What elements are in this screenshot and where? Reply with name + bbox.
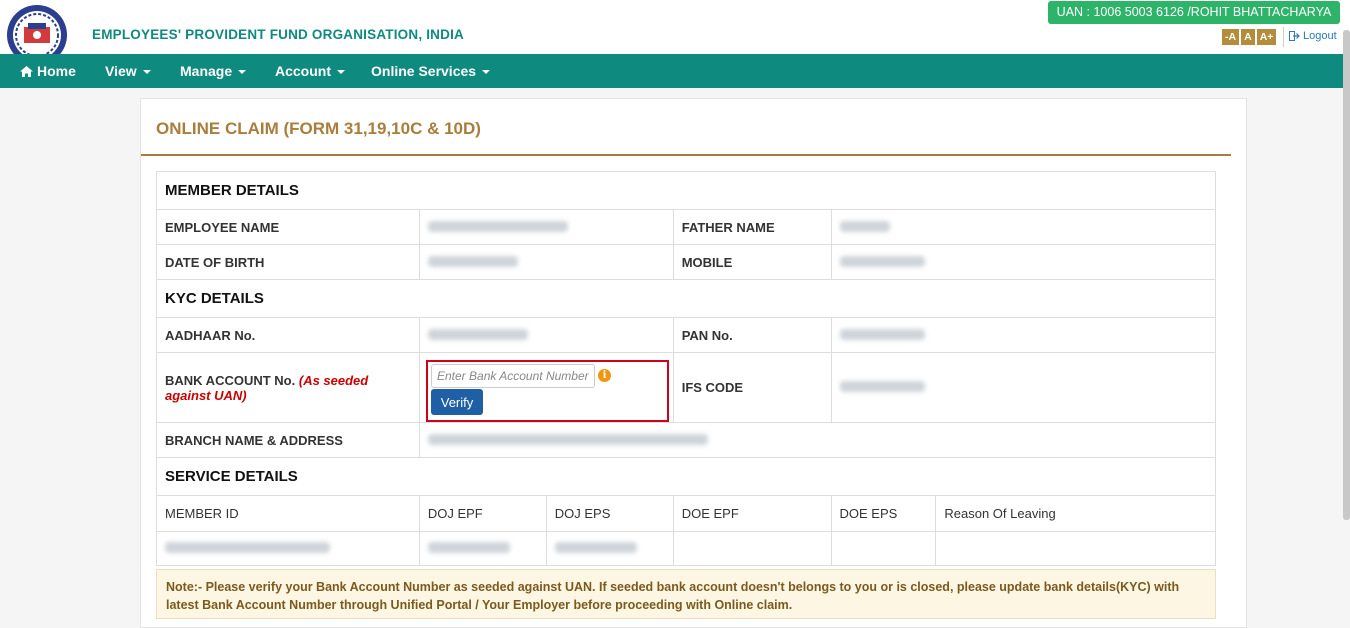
nav-manage-label: Manage xyxy=(180,63,233,79)
pan-value xyxy=(830,317,1217,353)
table-row: BANK ACCOUNT No. (As seeded against UAN)… xyxy=(156,352,1217,423)
redacted-value xyxy=(839,220,890,232)
bank-account-input[interactable] xyxy=(431,364,595,388)
font-size-controls: -A A A+ xyxy=(1222,29,1277,45)
column-header: MEMBER ID xyxy=(156,495,420,532)
kyc-details-heading: KYC DETAILS xyxy=(156,279,1216,318)
main-navbar: Home View Manage Account Online Services xyxy=(0,54,1350,88)
doe-epf-value xyxy=(672,531,832,566)
service-table-header: MEMBER ID DOJ EPF DOJ EPS DOE EPF DOE EP… xyxy=(156,495,1216,532)
dob-value xyxy=(418,244,674,280)
section-header-service: SERVICE DETAILS xyxy=(156,457,1216,496)
page-scrollbar[interactable] xyxy=(1343,30,1350,520)
table-row: DATE OF BIRTH MOBILE xyxy=(156,244,1217,280)
font-decrease-button[interactable]: -A xyxy=(1222,29,1240,45)
org-title: EMPLOYEES' PROVIDENT FUND ORGANISATION, … xyxy=(92,27,464,42)
nav-home-label: Home xyxy=(37,63,76,79)
section-header-kyc: KYC DETAILS xyxy=(156,279,1216,318)
aadhaar-value xyxy=(418,317,674,353)
branch-value xyxy=(418,422,1217,458)
ifsc-value xyxy=(830,352,1217,423)
page-header: EMPLOYEES' PROVIDENT FUND ORGANISATION, … xyxy=(0,0,1350,57)
redacted-value xyxy=(427,542,510,553)
branch-label: BRANCH NAME & ADDRESS xyxy=(156,422,420,458)
table-row xyxy=(156,531,1216,566)
title-divider xyxy=(141,154,1231,156)
nav-account[interactable]: Account xyxy=(275,54,345,88)
service-details-heading: SERVICE DETAILS xyxy=(156,457,1216,496)
table-row: EMPLOYEE NAME FATHER NAME xyxy=(156,209,1217,245)
verify-button[interactable]: Verify xyxy=(431,389,483,415)
father-name-label: FATHER NAME xyxy=(672,209,832,245)
employee-name-label: EMPLOYEE NAME xyxy=(156,209,420,245)
column-header: DOJ EPS xyxy=(545,495,674,532)
nav-account-label: Account xyxy=(275,63,331,79)
info-icon[interactable]: i xyxy=(598,369,611,382)
table-row: BRANCH NAME & ADDRESS xyxy=(156,422,1217,458)
chevron-down-icon xyxy=(142,70,151,74)
logout-link[interactable]: Logout xyxy=(1289,30,1337,42)
employee-name-value xyxy=(418,209,674,245)
section-header-member: MEMBER DETAILS xyxy=(156,171,1216,210)
redacted-value xyxy=(839,255,925,267)
redacted-value xyxy=(427,433,708,445)
redacted-value xyxy=(839,381,925,392)
page-title: ONLINE CLAIM (FORM 31,19,10C & 10D) xyxy=(156,119,481,138)
home-icon xyxy=(20,65,33,77)
redacted-value xyxy=(427,328,528,340)
column-header: DOJ EPF xyxy=(418,495,547,532)
doe-eps-value xyxy=(830,531,937,566)
ifsc-label: IFS CODE xyxy=(672,352,832,423)
font-reset-button[interactable]: A xyxy=(1241,29,1255,45)
nav-view[interactable]: View xyxy=(105,54,151,88)
member-id-value xyxy=(156,531,420,566)
bank-account-label-cell: BANK ACCOUNT No. (As seeded against UAN) xyxy=(156,352,420,423)
bank-account-label: BANK ACCOUNT No. xyxy=(165,372,296,388)
redacted-value xyxy=(554,542,637,553)
column-header: DOE EPS xyxy=(830,495,937,532)
claim-details-table: MEMBER DETAILS EMPLOYEE NAME FATHER NAME… xyxy=(156,171,1217,566)
redacted-value xyxy=(165,542,330,553)
redacted-value xyxy=(427,255,518,267)
pan-label: PAN No. xyxy=(672,317,832,353)
doj-eps-value xyxy=(545,531,674,566)
column-header: DOE EPF xyxy=(672,495,832,532)
nav-view-label: View xyxy=(105,63,137,79)
mobile-value xyxy=(830,244,1217,280)
column-header: Reason Of Leaving xyxy=(935,495,1216,532)
redacted-value xyxy=(839,328,925,340)
doj-epf-value xyxy=(418,531,547,566)
mobile-label: MOBILE xyxy=(672,244,832,280)
nav-home[interactable]: Home xyxy=(20,54,76,88)
header-divider xyxy=(1283,27,1284,47)
redacted-value xyxy=(427,220,568,232)
sign-out-icon xyxy=(1289,31,1300,41)
nav-online-services[interactable]: Online Services xyxy=(371,54,491,88)
father-name-value xyxy=(830,209,1217,245)
table-row: AADHAAR No. PAN No. xyxy=(156,317,1217,353)
nav-manage[interactable]: Manage xyxy=(180,54,247,88)
logout-label: Logout xyxy=(1303,30,1337,42)
nav-online-services-label: Online Services xyxy=(371,63,477,79)
reason-of-leaving-value xyxy=(935,531,1216,566)
aadhaar-label: AADHAAR No. xyxy=(156,317,420,353)
uan-badge: UAN : 1006 5003 6126 /ROHIT BHATTACHARYA xyxy=(1048,1,1340,24)
chevron-down-icon xyxy=(482,70,491,74)
dob-label: DATE OF BIRTH xyxy=(156,244,420,280)
epfo-logo xyxy=(7,5,67,57)
chevron-down-icon xyxy=(238,70,247,74)
font-increase-button[interactable]: A+ xyxy=(1256,29,1277,45)
member-details-heading: MEMBER DETAILS xyxy=(156,171,1216,210)
chevron-down-icon xyxy=(337,70,345,74)
